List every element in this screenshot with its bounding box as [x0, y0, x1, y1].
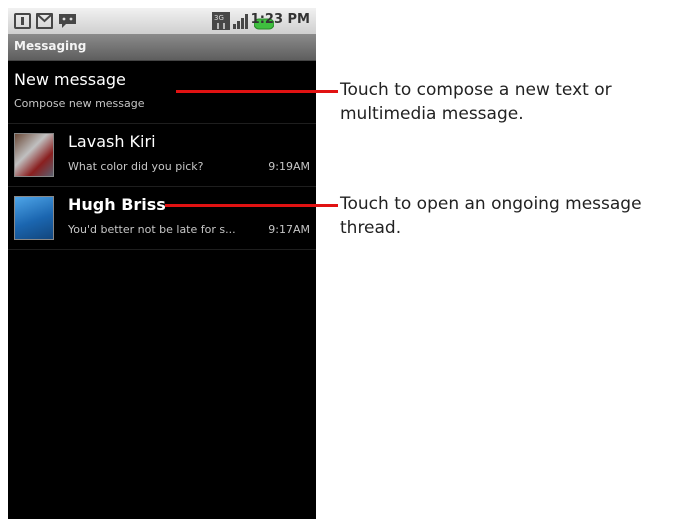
3g-icon: 3G [212, 12, 230, 30]
signal-icon [232, 12, 250, 30]
new-message-subtitle: Compose new message [14, 97, 145, 110]
status-clock: 1:23 PM [250, 12, 310, 27]
phone-screen: 3G 1:23 PM Messaging New message Compose… [8, 8, 316, 519]
svg-text:3G: 3G [214, 14, 224, 22]
compose-callout-line [176, 90, 338, 93]
contact-avatar [14, 133, 54, 177]
message-snippet: What color did you pick? [68, 160, 204, 173]
thread-item[interactable]: Lavash Kiri What color did you pick? 9:1… [8, 124, 316, 187]
message-time: 9:19AM [268, 160, 310, 173]
thread-callout-line [165, 204, 338, 207]
contact-name: Lavash Kiri [68, 132, 156, 151]
new-message-title: New message [14, 70, 126, 89]
app-title-bar: Messaging [8, 34, 316, 61]
status-bar: 3G 1:23 PM [8, 8, 316, 34]
app-title: Messaging [14, 39, 87, 53]
contact-avatar [14, 196, 54, 240]
thread-callout-text: Touch to open an ongoing message thread. [340, 194, 642, 238]
contact-name: Hugh Briss [68, 195, 166, 214]
chat-icon [58, 13, 77, 29]
gmail-icon [36, 13, 53, 29]
message-snippet: You'd better not be late for s... [68, 223, 236, 236]
sim-icon [14, 13, 31, 29]
message-time: 9:17AM [268, 223, 310, 236]
compose-callout-text: Touch to compose a new text or multimedi… [340, 80, 612, 124]
thread-item[interactable]: Hugh Briss You'd better not be late for … [8, 187, 316, 250]
